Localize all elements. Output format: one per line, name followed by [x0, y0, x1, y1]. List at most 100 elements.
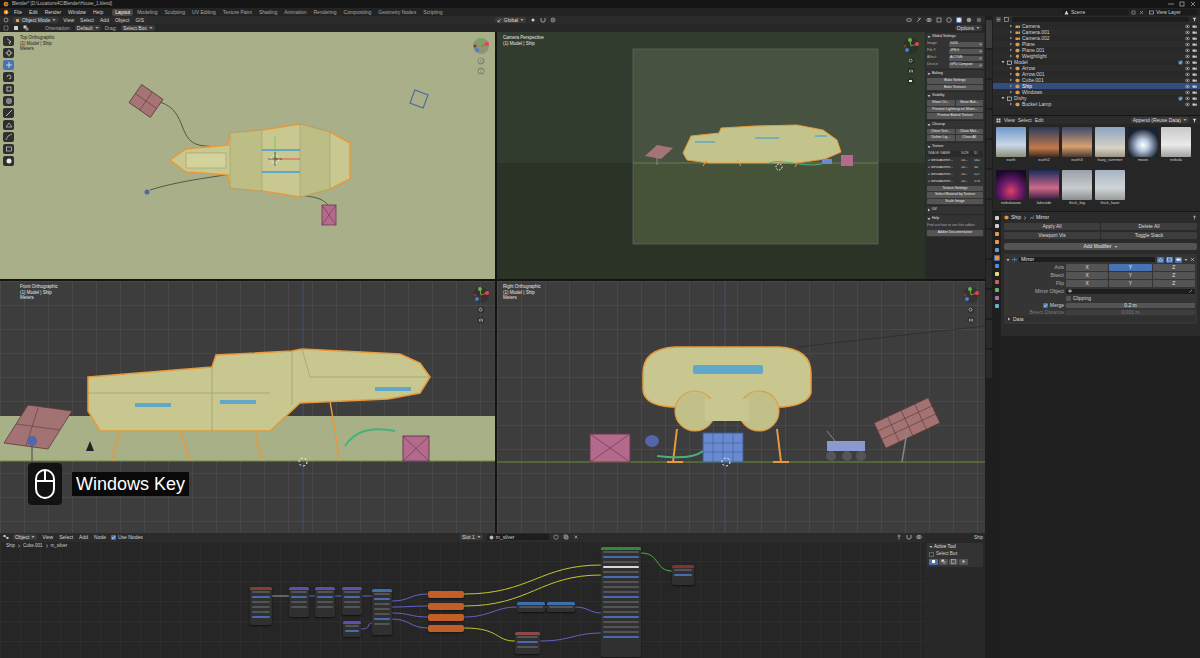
node-socket-field[interactable]: [345, 630, 359, 632]
collapsed-arrow-icon[interactable]: [1009, 102, 1013, 106]
tool-button-icon[interactable]: [3, 72, 14, 82]
axis-toggle[interactable]: Z: [1153, 280, 1195, 287]
visibility-icon[interactable]: [906, 17, 912, 23]
panel-button[interactable]: Bake Settings: [927, 78, 983, 84]
node-socket-field[interactable]: [374, 598, 390, 600]
panel-button[interactable]: Clean Mat...: [956, 129, 984, 135]
material-field[interactable]: m_silver: [487, 534, 549, 540]
section-header[interactable]: Visibility: [927, 93, 983, 99]
pin-icon[interactable]: [1192, 215, 1197, 220]
options-dropdown[interactable]: Options: [955, 25, 982, 31]
header-menu[interactable]: Add: [99, 18, 110, 23]
properties-tab-icon[interactable]: [994, 279, 1000, 285]
select-extend-icon[interactable]: [939, 559, 948, 565]
select-extend-icon[interactable]: [23, 25, 29, 31]
node-socket-field[interactable]: [603, 596, 639, 598]
tool-button-icon[interactable]: [3, 132, 14, 142]
render-camera-icon[interactable]: [1192, 36, 1197, 41]
modifier-name-field[interactable]: Mirror: [1019, 257, 1155, 262]
properties-tab-icon[interactable]: [994, 303, 1000, 309]
asset-item[interactable]: hazy_summer: [1095, 127, 1125, 168]
properties-tab-icon[interactable]: [994, 287, 1000, 293]
collapsed-arrow-icon[interactable]: [1009, 66, 1013, 70]
filter-icon[interactable]: [1192, 118, 1197, 123]
menu-item[interactable]: Window: [66, 10, 88, 15]
expanded-arrow-icon[interactable]: [927, 72, 931, 76]
field-value[interactable]: GPU Compute: [949, 63, 983, 68]
expanded-arrow-icon[interactable]: [927, 94, 931, 98]
tool-button-icon[interactable]: [3, 48, 14, 58]
sidebar-tab[interactable]: [986, 230, 992, 258]
delete-scene-icon[interactable]: [1139, 10, 1144, 15]
eye-icon[interactable]: [1185, 72, 1190, 77]
select-new-icon[interactable]: [13, 25, 19, 31]
checkbox-icon[interactable]: [1178, 96, 1183, 101]
collapsed-arrow-icon[interactable]: [1009, 54, 1013, 58]
table-row[interactable]: 2 MetalAlumin...10...562: [927, 158, 983, 164]
node-socket-field[interactable]: [517, 646, 538, 648]
render-camera-icon[interactable]: [1192, 42, 1197, 47]
properties-tab-icon[interactable]: [994, 247, 1000, 253]
properties-tab-icon[interactable]: [994, 295, 1000, 301]
header-menu[interactable]: Select: [1018, 118, 1032, 123]
node-socket-field[interactable]: [674, 569, 692, 571]
render-camera-icon[interactable]: [1192, 78, 1197, 83]
rendered-shading-icon[interactable]: [976, 17, 982, 23]
collapsed-arrow-icon[interactable]: [1009, 78, 1013, 82]
panel-button[interactable]: Preview Baked Texture: [927, 113, 983, 119]
eye-icon[interactable]: [1185, 84, 1190, 89]
workspace-tab[interactable]: Modeling: [134, 9, 160, 16]
snap-icon[interactable]: [906, 534, 912, 540]
sidebar-tab[interactable]: [986, 110, 992, 138]
zoom-icon[interactable]: [477, 306, 485, 314]
add-modifier-button[interactable]: Add Modifier: [1004, 243, 1197, 250]
collapsed-arrow-icon[interactable]: [1009, 90, 1013, 94]
tool-button-icon[interactable]: [3, 84, 14, 94]
table-row[interactable]: 2 MetalAlumin...10...127: [927, 172, 983, 178]
editor-type-icon[interactable]: [3, 17, 9, 23]
render-icon[interactable]: [1175, 257, 1182, 263]
properties-tab-icon[interactable]: [994, 239, 1000, 245]
eye-icon[interactable]: [1185, 30, 1190, 35]
wireframe-shading-icon[interactable]: [946, 17, 952, 23]
properties-tab-icon[interactable]: [994, 223, 1000, 229]
workspace-tab[interactable]: Layout: [112, 9, 133, 16]
node-socket-field[interactable]: [603, 551, 639, 553]
panel-button[interactable]: Select Material by Texture: [927, 192, 983, 198]
node-socket-field[interactable]: [345, 625, 359, 627]
panel-button[interactable]: Show Ori...: [927, 100, 955, 106]
duplicate-icon[interactable]: [563, 534, 569, 540]
sidebar-tab[interactable]: [986, 20, 992, 48]
menu-item[interactable]: File: [12, 10, 24, 15]
editor-type-icon[interactable]: [3, 534, 9, 540]
node-socket-field[interactable]: [317, 606, 333, 608]
node-socket-field[interactable]: [291, 606, 307, 608]
snap-icon[interactable]: [540, 17, 546, 23]
properties-button[interactable]: Delete All: [1101, 223, 1197, 230]
asset-item[interactable]: thick_haze: [1095, 170, 1125, 211]
workspace-tab[interactable]: Scripting: [420, 9, 445, 16]
pin-icon[interactable]: [896, 534, 902, 540]
axis-gizmo-icon[interactable]: [962, 286, 980, 304]
sidebar-tab[interactable]: [986, 260, 992, 288]
asset-item[interactable]: earth2: [1029, 127, 1059, 168]
shader-node[interactable]: [515, 632, 540, 654]
axis-toggle[interactable]: Z: [1153, 264, 1195, 271]
tool-button-icon[interactable]: [3, 108, 14, 118]
node-socket-field[interactable]: [374, 593, 390, 595]
checkbox-icon[interactable]: [1178, 60, 1183, 65]
collapsed-arrow-icon[interactable]: [1009, 36, 1013, 40]
modifier-menu-icon[interactable]: [1184, 258, 1188, 262]
node-socket-field[interactable]: [344, 591, 360, 593]
collapsed-arrow-icon[interactable]: [1009, 42, 1013, 46]
node-socket-field[interactable]: [252, 591, 270, 593]
field-value[interactable]: 1024: [949, 42, 983, 47]
import-type-dropdown[interactable]: Append (Reuse Data): [1131, 117, 1189, 123]
eye-icon[interactable]: [1185, 96, 1190, 101]
viewport-display-icon[interactable]: [1166, 257, 1173, 263]
node-socket-field[interactable]: [344, 596, 360, 598]
workspace-tab[interactable]: Rendering: [310, 9, 339, 16]
properties-tab-icon[interactable]: [994, 231, 1000, 237]
shader-node[interactable]: [289, 587, 309, 617]
node-socket-field[interactable]: [603, 606, 639, 608]
